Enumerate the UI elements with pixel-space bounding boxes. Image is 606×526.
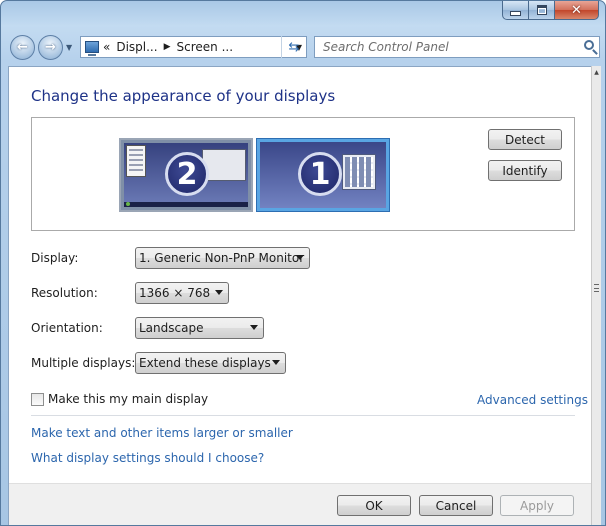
identify-button[interactable]: Identify bbox=[488, 160, 562, 181]
start-orb-icon bbox=[126, 202, 130, 206]
monitor-2[interactable]: 2 bbox=[119, 138, 253, 212]
back-button[interactable]: ← bbox=[10, 35, 35, 60]
ok-button[interactable]: OK bbox=[337, 495, 411, 516]
display-select[interactable]: 1. Generic Non-PnP Monitor bbox=[135, 247, 310, 269]
refresh-button[interactable]: ⇆ bbox=[281, 36, 306, 58]
content-pane: Change the appearance of your displays 2… bbox=[8, 66, 592, 525]
close-icon: ✕ bbox=[571, 2, 582, 18]
divider bbox=[31, 415, 575, 416]
grid-window-icon bbox=[342, 154, 376, 190]
chevron-down-icon bbox=[215, 290, 223, 295]
caption-buttons: ✕ bbox=[502, 1, 599, 20]
back-arrow-icon: ← bbox=[17, 40, 28, 55]
orientation-select-value: Landscape bbox=[139, 321, 204, 335]
search-box[interactable] bbox=[314, 36, 600, 58]
close-button[interactable]: ✕ bbox=[555, 1, 599, 20]
control-panel-icon bbox=[85, 41, 99, 56]
page-title: Change the appearance of your displays bbox=[31, 87, 336, 105]
main-display-checkbox[interactable] bbox=[31, 392, 44, 406]
chevron-down-icon bbox=[250, 325, 258, 330]
advanced-settings-link[interactable]: Advanced settings bbox=[477, 393, 588, 407]
chevron-down-icon bbox=[272, 360, 280, 365]
scroll-up-icon[interactable]: ▲ bbox=[592, 69, 601, 76]
monitor-2-screen: 2 bbox=[124, 143, 248, 207]
breadcrumb-overflow[interactable]: « bbox=[103, 40, 110, 54]
breadcrumb-separator-icon[interactable]: ▶ bbox=[164, 42, 171, 52]
resolution-select-value: 1366 × 768 bbox=[139, 286, 211, 300]
display-help-link[interactable]: What display settings should I choose? bbox=[31, 451, 264, 465]
breadcrumb-screen[interactable]: Screen ... bbox=[177, 40, 234, 54]
search-icon[interactable] bbox=[584, 40, 594, 50]
display-label: Display: bbox=[31, 251, 79, 265]
orientation-select[interactable]: Landscape bbox=[135, 317, 264, 339]
multiple-displays-select-value: Extend these displays bbox=[139, 356, 271, 370]
taskbar-icon bbox=[124, 202, 248, 207]
multiple-displays-label: Multiple displays: bbox=[31, 356, 136, 370]
search-input[interactable] bbox=[321, 39, 575, 55]
text-size-link[interactable]: Make text and other items larger or smal… bbox=[31, 426, 293, 440]
maximize-button[interactable] bbox=[529, 1, 555, 20]
resolution-label: Resolution: bbox=[31, 286, 98, 300]
cancel-button[interactable]: Cancel bbox=[419, 495, 493, 516]
chevron-down-icon: ▼ bbox=[66, 43, 73, 52]
orientation-label: Orientation: bbox=[31, 321, 103, 335]
refresh-icon: ⇆ bbox=[288, 39, 300, 55]
detect-button[interactable]: Detect bbox=[488, 129, 562, 150]
minimize-icon bbox=[510, 11, 521, 16]
monitor-1[interactable]: 1 bbox=[256, 138, 390, 212]
control-panel-window: ✕ ← → ▼ « Displ... ▶ Screen ... ▼ ⇆ Chan… bbox=[0, 0, 606, 526]
minimize-button[interactable] bbox=[502, 1, 529, 20]
multiple-displays-select[interactable]: Extend these displays bbox=[135, 352, 286, 374]
forward-arrow-icon: → bbox=[45, 40, 56, 55]
window-thumbnail-icon bbox=[126, 145, 146, 177]
main-display-option[interactable]: Make this my main display bbox=[31, 392, 208, 406]
monitor-preview: 2 1 Detect Identify bbox=[31, 117, 575, 231]
resolution-select[interactable]: 1366 × 768 bbox=[135, 282, 229, 304]
monitor-number-badge: 2 bbox=[165, 152, 209, 196]
display-select-value: 1. Generic Non-PnP Monitor bbox=[139, 251, 305, 265]
chevron-down-icon bbox=[296, 255, 304, 260]
monitor-number-badge: 1 bbox=[298, 152, 342, 196]
address-bar[interactable]: « Displ... ▶ Screen ... ▼ bbox=[80, 36, 307, 58]
forward-button[interactable]: → bbox=[38, 35, 63, 60]
vertical-scrollbar[interactable]: ▲ bbox=[591, 66, 601, 525]
recent-pages-dropdown[interactable]: ▼ bbox=[66, 43, 76, 53]
scroll-grip-icon[interactable] bbox=[594, 284, 599, 292]
monitor-1-screen: 1 bbox=[260, 142, 386, 208]
breadcrumb-display[interactable]: Displ... bbox=[116, 40, 157, 54]
apply-button[interactable]: Apply bbox=[500, 495, 574, 516]
maximize-icon bbox=[536, 5, 547, 15]
main-display-label[interactable]: Make this my main display bbox=[48, 392, 208, 406]
